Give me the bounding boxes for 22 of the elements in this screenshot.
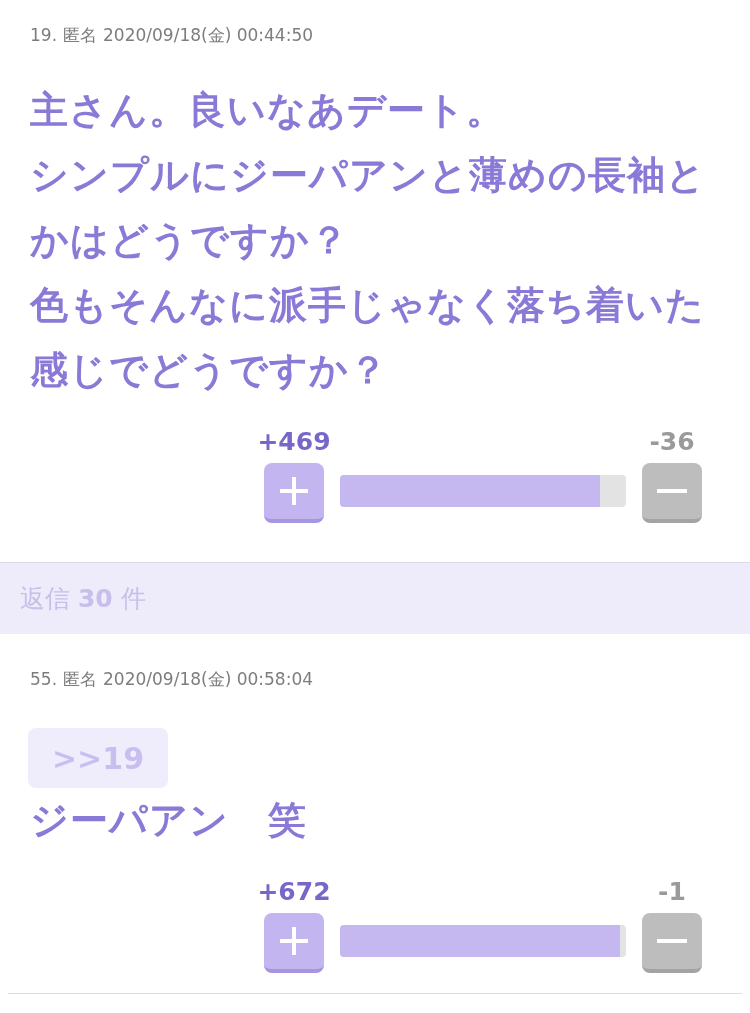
minus-vote-button[interactable]: [642, 913, 702, 973]
post-date: 2020/09/18(金) 00:44:50: [103, 24, 314, 47]
minus-vote-button[interactable]: [642, 463, 702, 523]
plus-vote-count: +672: [257, 877, 331, 907]
author-name: 匿名: [63, 24, 98, 47]
plus-icon: [280, 477, 308, 505]
minus-vote-count: -1: [658, 877, 686, 907]
comment-text: 主さん。良いなあデート。: [30, 87, 506, 134]
comment-text: ジーパアン 笑: [30, 797, 308, 844]
minus-icon: [657, 939, 687, 943]
plus-vote-button[interactable]: [264, 463, 324, 523]
post-date: 2020/09/18(金) 00:58:04: [103, 668, 314, 691]
post-number: 55.: [30, 668, 58, 691]
plus-vote-count: +469: [257, 427, 331, 457]
post-number: 19.: [30, 24, 58, 47]
plus-icon: [280, 927, 308, 955]
author-name: 匿名: [63, 668, 98, 691]
minus-vote-count: -36: [649, 427, 695, 457]
plus-vote-button[interactable]: [264, 913, 324, 973]
comment-text: 色もそんなに派手じゃなく落ち着いた感じでどうですか？: [30, 282, 706, 394]
minus-icon: [657, 489, 687, 493]
comment-text: シンプルにジーパアンと薄めの長袖とかはどうですか？: [30, 152, 707, 264]
